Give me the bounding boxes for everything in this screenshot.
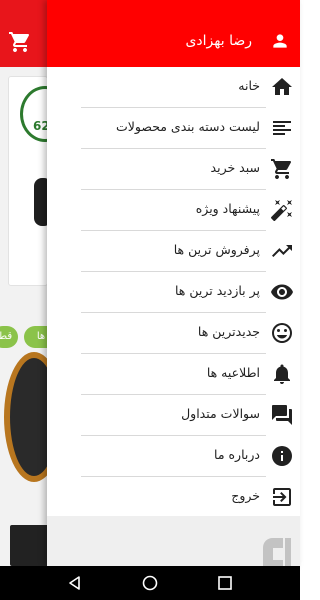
menu-item-label: درباره ما <box>214 447 260 462</box>
cart-icon <box>271 159 292 179</box>
menu-item-label: پر بازدید ترین ها <box>175 283 260 298</box>
cart-icon[interactable] <box>8 30 32 54</box>
menu-item-notifications[interactable]: اطلاعیه ها <box>47 354 300 394</box>
menu-item-faq[interactable]: سوالات متداول <box>47 395 300 435</box>
home-icon <box>272 78 292 95</box>
menu-item-label: خروج <box>231 488 260 503</box>
user-name: رضا بهزادی <box>185 33 252 49</box>
menu-item-label: جدیدترین ها <box>197 324 260 339</box>
menu-item-label: پرفروش ترین ها <box>173 242 260 257</box>
menu-item-special-offer[interactable]: پیشنهاد ویژه <box>47 190 300 230</box>
navigation-drawer: رضا بهزادی خانه لیست دسته بندی محصولات س… <box>47 0 300 566</box>
menu-item-best-sellers[interactable]: پرفروش ترین ها <box>47 231 300 271</box>
eye-icon <box>271 284 293 300</box>
menu-item-label: پیشنهاد ویژه <box>195 201 260 216</box>
back-icon[interactable] <box>66 574 84 592</box>
category-chip[interactable]: قط <box>0 326 18 348</box>
home-button-icon[interactable] <box>141 574 159 592</box>
menu-item-label: لیست دسته بندی محصولات <box>116 119 260 134</box>
logout-icon <box>273 488 291 506</box>
product-image <box>10 525 50 566</box>
menu-item-label: خانه <box>238 78 260 93</box>
menu-item-label: سبد خرید <box>210 160 260 175</box>
system-nav-bar <box>0 566 300 600</box>
list-icon <box>273 121 291 135</box>
recent-apps-icon[interactable] <box>216 574 234 592</box>
menu-item-about[interactable]: درباره ما <box>47 436 300 476</box>
smiley-icon <box>272 323 292 343</box>
menu-item-newest[interactable]: جدیدترین ها <box>47 313 300 353</box>
menu-item-logout[interactable]: خروج <box>47 477 300 517</box>
menu-item-categories[interactable]: لیست دسته بندی محصولات <box>47 108 300 148</box>
menu-item-label: اطلاعیه ها <box>206 365 260 380</box>
menu-item-most-viewed[interactable]: پر بازدید ترین ها <box>47 272 300 312</box>
magic-wand-icon <box>270 200 292 222</box>
chat-icon <box>272 405 292 425</box>
drawer-header: رضا بهزادی <box>47 0 300 67</box>
info-icon <box>272 446 292 466</box>
drawer-menu: خانه لیست دسته بندی محصولات سبد خرید پیش… <box>47 67 300 516</box>
menu-item-label: سوالات متداول <box>181 406 260 421</box>
user-icon <box>273 34 287 48</box>
bell-icon <box>274 364 290 384</box>
trending-up-icon <box>272 245 292 257</box>
menu-item-home[interactable]: خانه <box>47 67 300 107</box>
menu-item-cart[interactable]: سبد خرید <box>47 149 300 189</box>
